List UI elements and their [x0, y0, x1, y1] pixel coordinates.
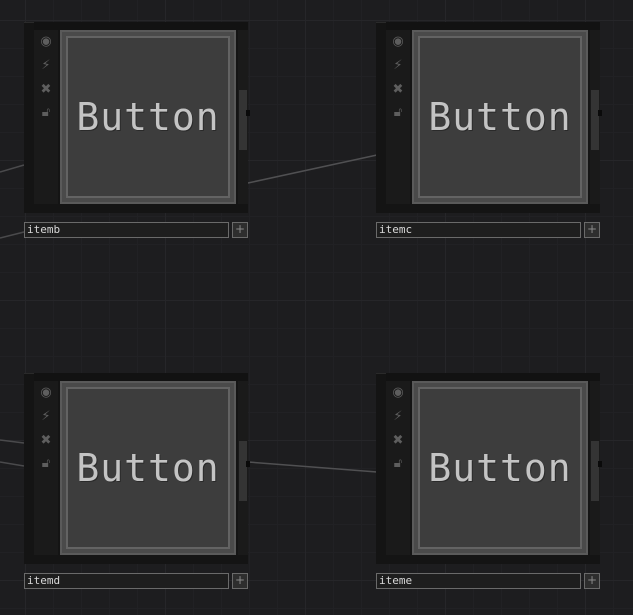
lightning-icon[interactable]: ⚡ [37, 57, 55, 75]
scrollbar-thumb[interactable] [239, 441, 247, 501]
node-name-field[interactable]: itemc [376, 222, 581, 238]
wire-in-itemb-bottom [0, 231, 25, 239]
network-canvas[interactable]: ◉ ⚡ ✖ 🔓︎ Button itemb + ◉ ⚡ ✖ 🔓︎ Button [0, 0, 633, 615]
output-connector[interactable] [246, 110, 250, 116]
add-button[interactable]: + [584, 573, 600, 589]
node-header-strip[interactable] [34, 373, 248, 381]
target-icon[interactable]: ◉ [389, 33, 407, 51]
node-header-strip[interactable] [386, 22, 600, 30]
viewer-scrollbar[interactable] [590, 30, 600, 204]
button-preview-label: Button [76, 446, 220, 490]
wire-itemb-to-itemc [247, 154, 378, 184]
viewer-scrollbar[interactable] [238, 30, 248, 204]
x-icon[interactable]: ✖ [37, 81, 55, 99]
lightning-icon[interactable]: ⚡ [37, 408, 55, 426]
node-itemc[interactable]: ◉ ⚡ ✖ 🔓︎ Button itemc + [376, 22, 602, 245]
button-preview[interactable]: Button [418, 36, 582, 198]
node-viewer[interactable]: Button [412, 381, 588, 555]
add-button[interactable]: + [584, 222, 600, 238]
button-preview[interactable]: Button [66, 36, 230, 198]
button-preview[interactable]: Button [418, 387, 582, 549]
scrollbar-thumb[interactable] [591, 441, 599, 501]
x-icon[interactable]: ✖ [389, 81, 407, 99]
wire-in-itemd-bottom [0, 461, 25, 467]
node-header-strip[interactable] [386, 373, 600, 381]
viewer-scrollbar[interactable] [238, 381, 248, 555]
button-preview-label: Button [428, 446, 572, 490]
wire-in-itemb-top [0, 164, 25, 173]
x-icon[interactable]: ✖ [37, 432, 55, 450]
node-name-field[interactable]: iteme [376, 573, 581, 589]
lock-icon[interactable]: 🔓︎ [37, 455, 55, 473]
lock-icon[interactable]: 🔓︎ [389, 455, 407, 473]
scrollbar-thumb[interactable] [239, 90, 247, 150]
x-icon[interactable]: ✖ [389, 432, 407, 450]
node-header-strip[interactable] [34, 22, 248, 30]
add-button[interactable]: + [232, 222, 248, 238]
wire-itemd-to-iteme [247, 461, 378, 473]
target-icon[interactable]: ◉ [389, 384, 407, 402]
scrollbar-thumb[interactable] [591, 90, 599, 150]
node-viewer[interactable]: Button [412, 30, 588, 204]
viewer-scrollbar[interactable] [590, 381, 600, 555]
lightning-icon[interactable]: ⚡ [389, 57, 407, 75]
lightning-icon[interactable]: ⚡ [389, 408, 407, 426]
node-flag-rail: ◉ ⚡ ✖ 🔓︎ [34, 30, 58, 204]
button-preview[interactable]: Button [66, 387, 230, 549]
node-itemb[interactable]: ◉ ⚡ ✖ 🔓︎ Button itemb + [24, 22, 250, 245]
target-icon[interactable]: ◉ [37, 33, 55, 51]
node-flag-rail: ◉ ⚡ ✖ 🔓︎ [386, 30, 410, 204]
button-preview-label: Button [76, 95, 220, 139]
output-connector[interactable] [246, 461, 250, 467]
lock-icon[interactable]: 🔓︎ [37, 104, 55, 122]
node-viewer[interactable]: Button [60, 30, 236, 204]
wire-in-itemd-top [0, 439, 25, 444]
node-name-field[interactable]: itemd [24, 573, 229, 589]
add-button[interactable]: + [232, 573, 248, 589]
node-flag-rail: ◉ ⚡ ✖ 🔓︎ [386, 381, 410, 555]
button-preview-label: Button [428, 95, 572, 139]
output-connector[interactable] [598, 110, 602, 116]
node-itemd[interactable]: ◉ ⚡ ✖ 🔓︎ Button itemd + [24, 373, 250, 596]
node-viewer[interactable]: Button [60, 381, 236, 555]
output-connector[interactable] [598, 461, 602, 467]
node-flag-rail: ◉ ⚡ ✖ 🔓︎ [34, 381, 58, 555]
node-iteme[interactable]: ◉ ⚡ ✖ 🔓︎ Button iteme + [376, 373, 602, 596]
lock-icon[interactable]: 🔓︎ [389, 104, 407, 122]
target-icon[interactable]: ◉ [37, 384, 55, 402]
node-name-field[interactable]: itemb [24, 222, 229, 238]
